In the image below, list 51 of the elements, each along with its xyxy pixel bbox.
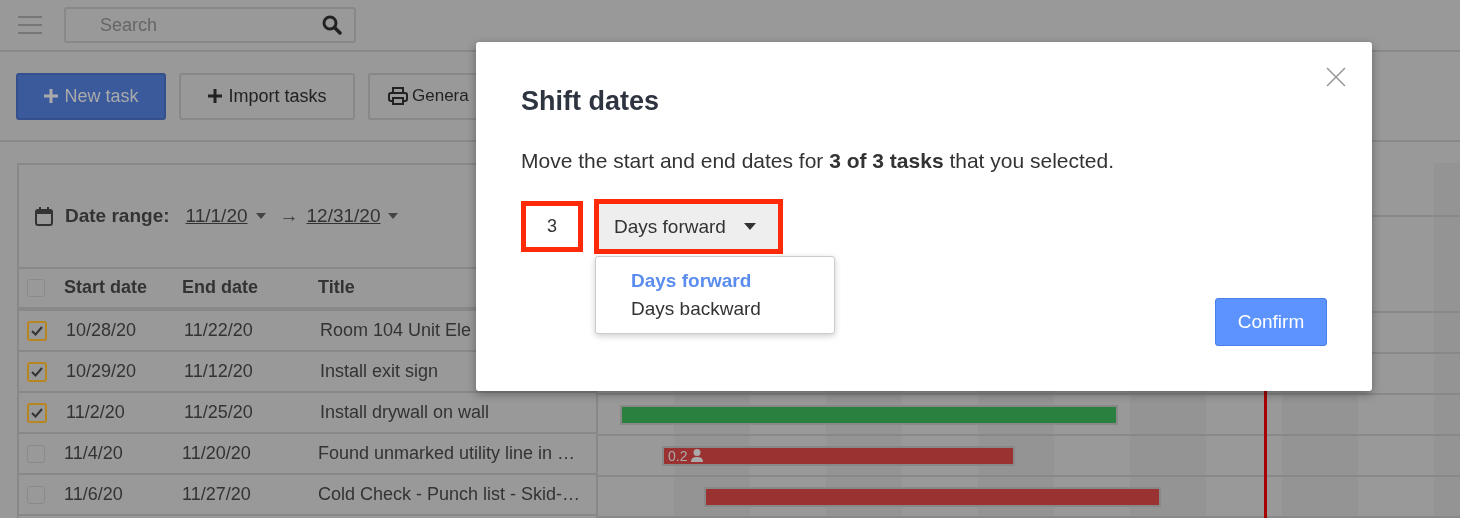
confirm-button[interactable]: Confirm [1215, 298, 1327, 346]
table-cell-text: Room 104 Unit Ele [320, 318, 472, 342]
column-header: Start date [64, 276, 149, 300]
search-icon [322, 15, 342, 35]
check-icon [31, 325, 43, 336]
start-date-link[interactable]: 11/1/20 [185, 205, 248, 227]
table-cell-text: 11/6/20 [64, 482, 124, 506]
table-cell-text: 11/2/20 [66, 400, 126, 424]
caret-icon [743, 223, 756, 230]
table-cell-text: Found unmarked utility line in … [318, 441, 576, 465]
table-cell-text: Install drywall on wall [320, 400, 490, 424]
check-icon [31, 407, 43, 418]
table-cell-text: 10/28/20 [66, 318, 138, 342]
column-header: End date [182, 276, 259, 300]
check-icon [31, 366, 43, 377]
table-cell-text: 11/4/20 [64, 441, 124, 465]
table-cell-text: 11/25/20 [184, 400, 254, 424]
column-header: Title [318, 276, 355, 300]
caret-icon [388, 213, 399, 219]
caret-icon [255, 213, 266, 219]
printer-icon [388, 87, 408, 105]
close-icon[interactable] [1326, 67, 1346, 87]
gantt-bar[interactable] [704, 486, 1161, 507]
toolbar-button[interactable]: Import tasks [179, 72, 355, 120]
gantt-bar[interactable] [620, 404, 1118, 425]
amount-field[interactable]: 3 [521, 201, 583, 252]
end-date-link[interactable]: 12/31/20 [306, 205, 381, 227]
dropdown-option[interactable]: Days backward [596, 295, 834, 323]
date-range-label: Date range: [65, 205, 170, 227]
plus-icon [43, 88, 60, 104]
dropdown-option[interactable]: Days forward [596, 267, 834, 295]
table-cell-text: Cold Check - Punch list - Skid-… [318, 482, 581, 506]
plus-icon [207, 88, 224, 104]
menu-icon[interactable] [18, 16, 42, 34]
checkbox[interactable] [27, 361, 47, 382]
table-cell-text: 10/29/20 [66, 359, 138, 383]
checkbox[interactable] [27, 402, 47, 423]
person-icon [691, 449, 704, 462]
gantt-bar[interactable]: 0.2 [662, 445, 1015, 466]
table-cell-text: Install exit sign [320, 359, 439, 383]
unit-dropdown[interactable]: Days forward [594, 199, 783, 254]
checkbox[interactable] [27, 320, 47, 341]
arrow-text: → [279, 205, 299, 227]
bar-label: 0.2 [668, 447, 688, 464]
calendar-icon [35, 206, 53, 226]
table-cell-text: 11/22/20 [184, 318, 254, 342]
dialog-message: Move the start and end dates for 3 of 3 tasks that you selected. [521, 149, 1116, 173]
table-cell-text: 11/12/20 [184, 359, 254, 383]
table-cell-text: 11/20/20 [182, 441, 252, 465]
table-cell-text: 11/27/20 [182, 482, 252, 506]
toolbar-button[interactable]: New task [16, 72, 166, 120]
